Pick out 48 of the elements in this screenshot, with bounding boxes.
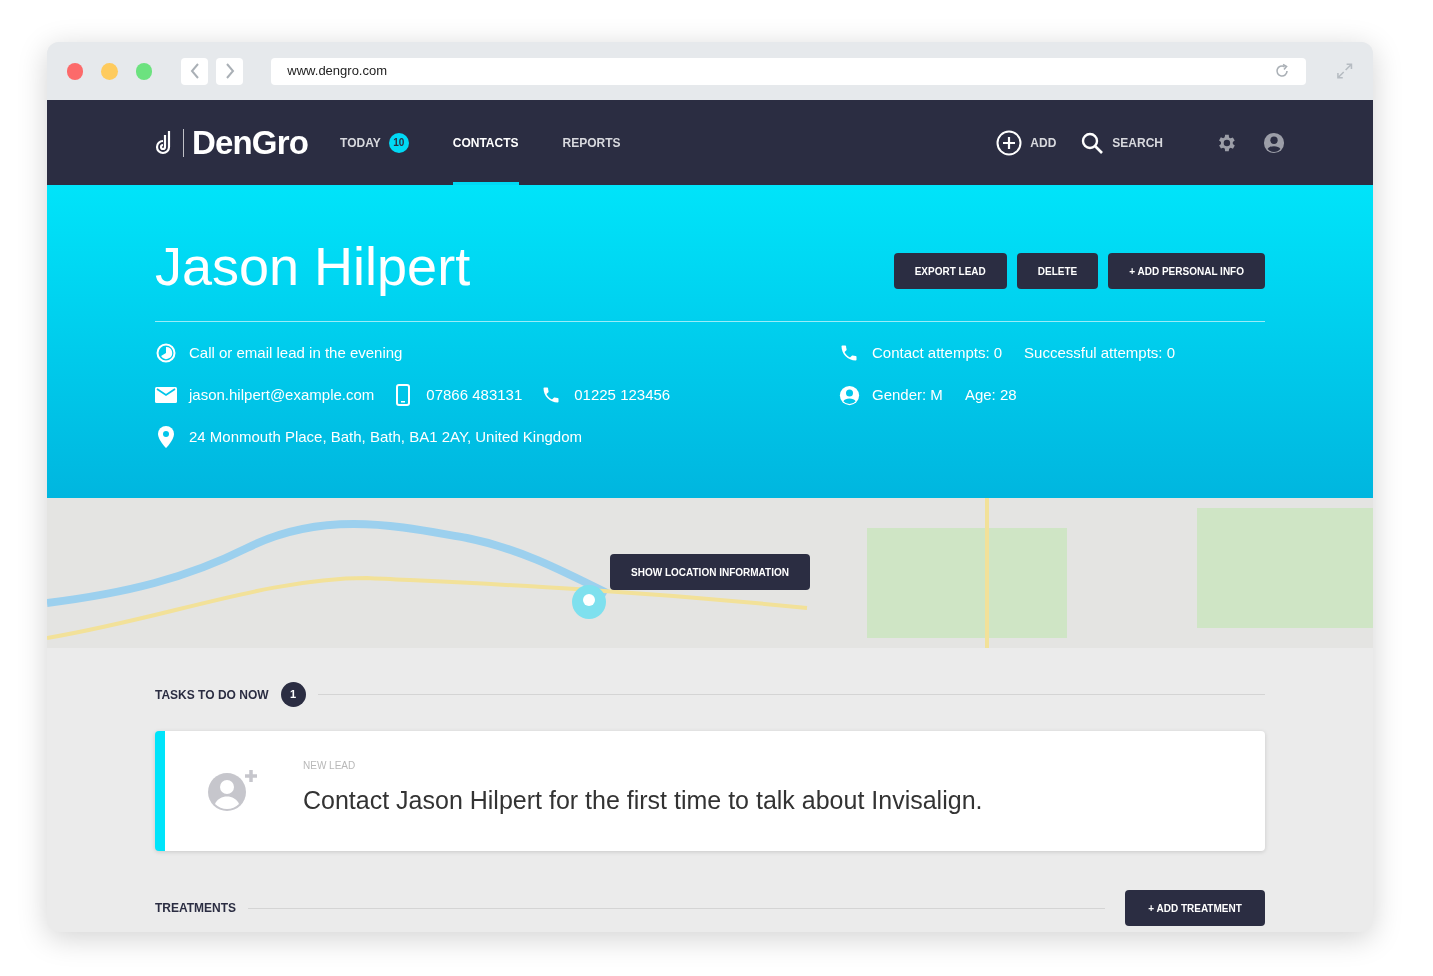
mail-icon — [155, 387, 177, 403]
contact-info-text: 24 Monmouth Place, Bath, Bath, BA1 2AY, United Kingdom — [189, 426, 583, 447]
fullscreen-icon[interactable] — [1335, 62, 1353, 80]
contact-info-text: Successful attempts: 0 — [1024, 342, 1175, 363]
phone-icon — [839, 343, 859, 363]
count-badge: 10 — [388, 132, 409, 153]
logo-wordmark: DenGro — [192, 126, 309, 159]
section-title: TREATMENTS — [155, 900, 237, 917]
mobile-phone-icon — [396, 384, 411, 406]
nav-tab[interactable]: REPORTS — [562, 133, 621, 152]
phone-icon — [541, 385, 562, 405]
map-placeholder[interactable]: SHOW LOCATION INFORMATION — [47, 498, 1373, 648]
contact-info-text: Contact attempts: 0 — [872, 342, 1003, 363]
contact-info-text: 01225 123456 — [574, 384, 671, 405]
task-category: NEW LEAD — [303, 759, 357, 774]
chevron-right-icon — [224, 63, 235, 79]
location-pin-icon — [158, 426, 174, 448]
task-count-badge: 1 — [280, 682, 306, 707]
search-button[interactable]: SEARCH — [1080, 130, 1163, 155]
nav-tab[interactable]: TODAY — [340, 133, 381, 152]
header-action-button[interactable]: DELETE — [1016, 253, 1099, 289]
forward-button[interactable] — [216, 57, 244, 85]
add-button[interactable]: ADD — [996, 129, 1057, 156]
address-bar[interactable]: www.dengro.com — [271, 57, 1306, 85]
contact-info-text: jason.hilpert@example.com — [189, 384, 375, 405]
user-account-icon[interactable] — [1263, 131, 1285, 154]
nav-tab[interactable]: CONTACTS — [452, 133, 519, 152]
task-card[interactable]: NEW LEAD Contact Jason Hilpert for the first time to talk about Invisalign. — [155, 731, 1265, 851]
clock-icon — [156, 343, 176, 363]
contact-info-text: Call or email lead in the evening — [189, 342, 403, 363]
location-pin-icon — [571, 584, 607, 620]
add-treatment-button[interactable]: + ADD TREATMENT — [1125, 890, 1265, 926]
show-location-button[interactable]: SHOW LOCATION INFORMATION — [610, 554, 810, 590]
chevron-left-icon — [189, 63, 200, 79]
back-button[interactable] — [181, 57, 209, 85]
add-person-icon — [207, 770, 259, 812]
search-icon — [1080, 130, 1105, 155]
contact-info-text: Gender: M — [872, 384, 943, 405]
header-action-button[interactable]: + ADD PERSONAL INFO — [1108, 253, 1265, 289]
section-title: TASKS TO DO NOW — [155, 686, 269, 704]
contact-info-text: Age: 28 — [964, 384, 1017, 405]
task-description: Contact Jason Hilpert for the first time to talk about Invisalign. — [303, 785, 983, 817]
person-icon — [838, 384, 860, 406]
reload-icon[interactable] — [1273, 63, 1290, 79]
header-action-button[interactable]: EXPORT LEAD — [893, 253, 1007, 289]
url-text: www.dengro.com — [287, 62, 388, 81]
contact-info-text: 07866 483131 — [426, 384, 523, 405]
add-icon — [996, 129, 1023, 156]
